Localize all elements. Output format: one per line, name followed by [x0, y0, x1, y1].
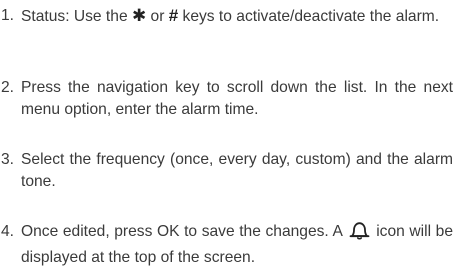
- step-text: Once edited, press OK to save the change…: [21, 221, 453, 269]
- step-number: 4.: [1, 223, 15, 240]
- step-text-part: or: [146, 8, 169, 25]
- bell-icon: [349, 221, 370, 247]
- step-number: 2.: [1, 79, 15, 96]
- step-text-part: Status: Use the: [21, 8, 132, 25]
- instruction-page: 1. Status: Use the ✱ or # keys to activa…: [0, 0, 460, 276]
- step-text-part: Once edited, press OK to save the change…: [21, 223, 347, 240]
- hash-key-icon: #: [168, 6, 179, 25]
- step-text: Status: Use the ✱ or # keys to activate/…: [21, 5, 453, 28]
- step-3: 3. Select the frequency (once, every day…: [1, 149, 453, 193]
- step-2: 2. Press the navigation key to scroll do…: [1, 77, 453, 121]
- star-key-icon: ✱: [131, 6, 147, 25]
- step-1: 1. Status: Use the ✱ or # keys to activa…: [1, 5, 453, 28]
- step-text-part: keys to activate/deactivate the alarm.: [178, 8, 440, 25]
- step-4: 4. Once edited, press OK to save the cha…: [1, 221, 453, 269]
- step-number: 1.: [1, 7, 15, 24]
- step-text: Press the navigation key to scroll down …: [21, 79, 453, 118]
- step-number: 3.: [1, 151, 15, 168]
- step-text: Select the frequency (once, every day, c…: [21, 151, 453, 190]
